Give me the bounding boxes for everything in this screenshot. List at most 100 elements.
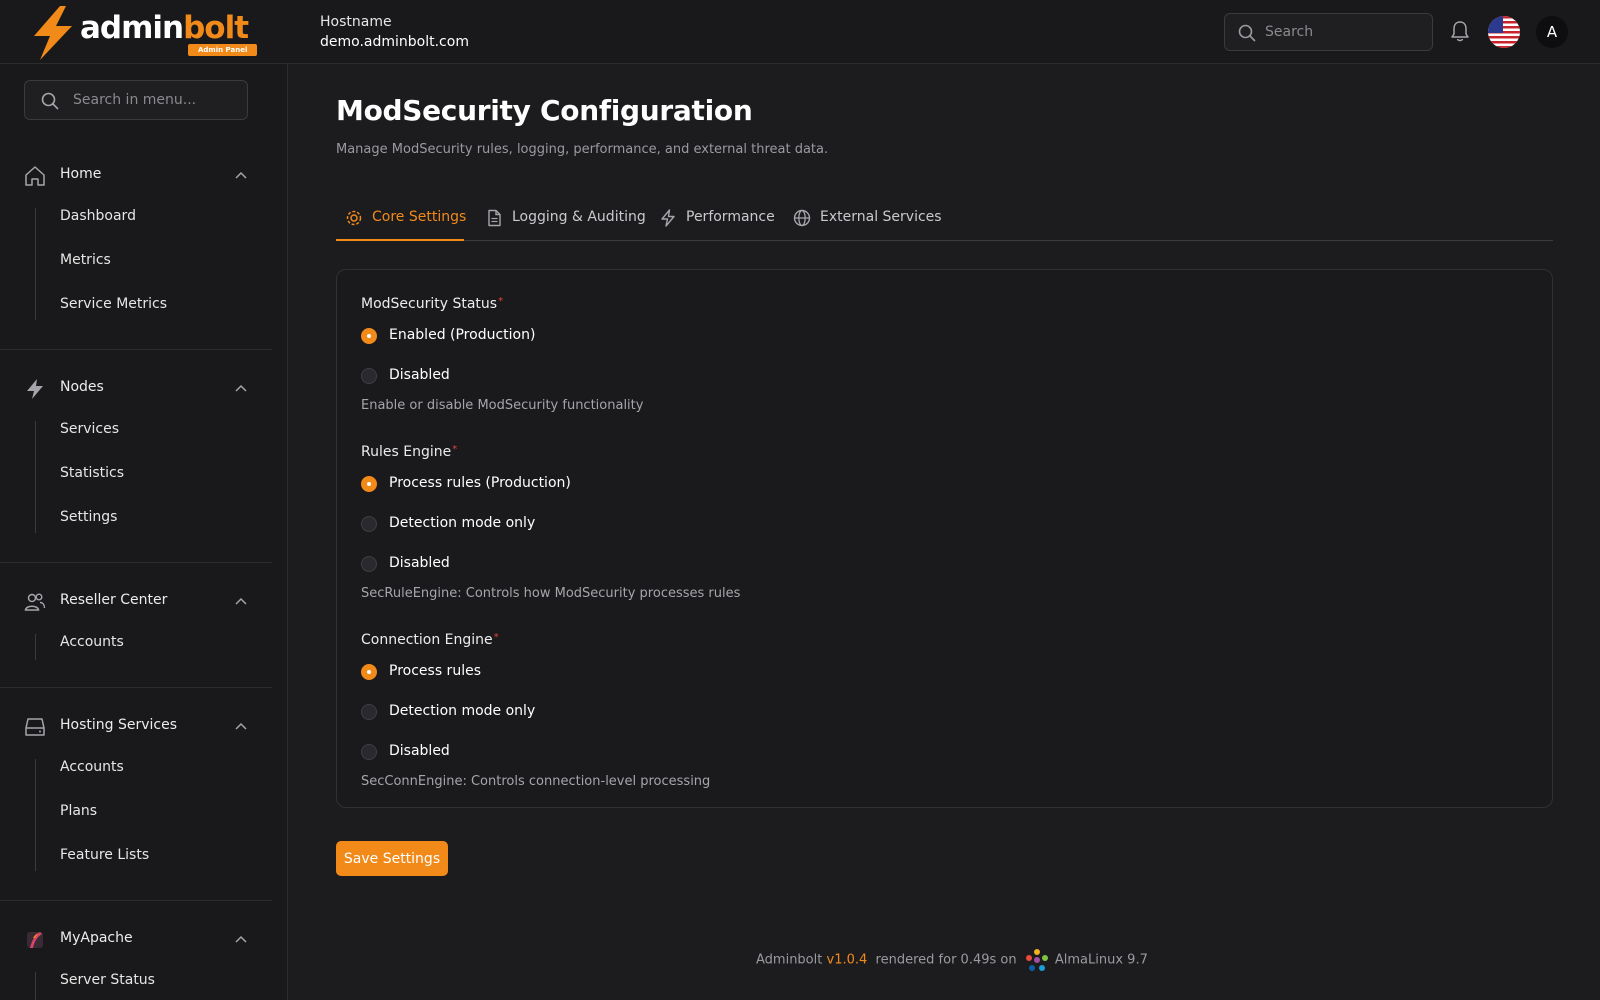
- sidebar-item-settings[interactable]: Settings: [60, 509, 117, 525]
- sidebar-group-title: Hosting Services: [60, 717, 178, 733]
- almalinux-logo-icon: [1025, 949, 1048, 971]
- logo-wordmark: adminbolt: [80, 10, 249, 46]
- chevron-up-icon[interactable]: [234, 169, 248, 183]
- sidebar-group-header-home[interactable]: Home: [24, 156, 248, 196]
- radio-label[interactable]: Process rules (Production): [389, 475, 571, 491]
- sidebar-submenu: Accounts Plans Feature Lists: [35, 759, 149, 871]
- sidebar-item-services[interactable]: Services: [60, 421, 119, 437]
- radio-dot[interactable]: [361, 476, 377, 492]
- top-search-box[interactable]: [1224, 13, 1433, 51]
- sidebar-item-dashboard[interactable]: Dashboard: [60, 208, 136, 224]
- bolt-icon: [661, 209, 675, 227]
- search-icon: [41, 92, 59, 110]
- sidebar-group-header-nodes[interactable]: Nodes: [24, 369, 248, 409]
- sidebar-item-reseller-accounts[interactable]: Accounts: [60, 634, 124, 650]
- chevron-up-icon[interactable]: [234, 720, 248, 734]
- page-subtitle: Manage ModSecurity rules, logging, perfo…: [336, 142, 829, 157]
- hostname-block: Hostname demo.adminbolt.com: [320, 12, 469, 52]
- sidebar-item-hosting-accounts[interactable]: Accounts: [60, 759, 124, 775]
- globe-icon: [793, 209, 811, 227]
- modsecurity-status-label: ModSecurity Status*: [361, 296, 504, 312]
- footer-rendered: rendered for 0.49s on: [875, 952, 1017, 968]
- radio-dot[interactable]: [361, 368, 377, 384]
- us-flag-icon[interactable]: [1488, 16, 1520, 48]
- radio-label[interactable]: Process rules: [389, 663, 481, 679]
- sidebar-submenu: Services Statistics Settings: [35, 421, 124, 533]
- rules-engine-hint: SecRuleEngine: Controls how ModSecurity …: [361, 586, 741, 601]
- gear-icon: [346, 210, 362, 226]
- tab-logging-auditing[interactable]: Logging & Auditing: [476, 197, 646, 241]
- chevron-up-icon[interactable]: [234, 933, 248, 947]
- radio-label[interactable]: Detection mode only: [389, 515, 535, 531]
- required-marker: *: [493, 632, 499, 643]
- chevron-up-icon[interactable]: [234, 595, 248, 609]
- radio-label[interactable]: Disabled: [389, 555, 450, 571]
- tab-core-settings[interactable]: Core Settings: [336, 197, 467, 241]
- sidebar-group-title: Reseller Center: [60, 592, 168, 608]
- bolt-logo-icon: [34, 6, 72, 60]
- top-search-input[interactable]: [1265, 14, 1425, 50]
- sidebar-submenu: Server Status: [35, 972, 155, 1000]
- tab-label: Logging & Auditing: [512, 209, 646, 225]
- sidebar-divider: [0, 687, 272, 688]
- radio-dot[interactable]: [361, 704, 377, 720]
- search-icon: [1238, 24, 1256, 42]
- tab-label: External Services: [820, 209, 942, 225]
- radio-label[interactable]: Enabled (Production): [389, 327, 535, 343]
- users-icon: [24, 593, 46, 611]
- sidebar-item-feature-lists[interactable]: Feature Lists: [60, 847, 149, 863]
- sidebar-search-box[interactable]: [24, 80, 248, 120]
- footer-os: AlmaLinux 9.7: [1054, 952, 1148, 968]
- modsecurity-status-hint: Enable or disable ModSecurity functional…: [361, 398, 644, 413]
- required-marker: *: [452, 444, 458, 455]
- connection-engine-hint: SecConnEngine: Controls connection-level…: [361, 774, 711, 789]
- save-settings-button[interactable]: Save Settings: [336, 841, 448, 876]
- logo-badge: Admin Panel: [188, 44, 258, 56]
- rules-engine-label: Rules Engine*: [361, 444, 458, 460]
- tab-external-services[interactable]: External Services: [784, 197, 942, 241]
- sidebar-divider: [0, 900, 272, 901]
- core-settings-card: ModSecurity Status* Enabled (Production)…: [336, 269, 1553, 808]
- sidebar: Home Dashboard Metrics Service Metrics N…: [0, 64, 288, 1000]
- tab-label: Core Settings: [372, 209, 467, 225]
- sidebar-group-header-reseller-center[interactable]: Reseller Center: [24, 582, 248, 622]
- sidebar-item-metrics[interactable]: Metrics: [60, 252, 111, 268]
- sidebar-group-header-myapache[interactable]: MyApache: [24, 920, 248, 960]
- adminbolt-logo[interactable]: adminbolt Admin Panel: [30, 6, 260, 60]
- top-bar: adminbolt Admin Panel Hostname demo.admi…: [0, 0, 1600, 64]
- apache-feather-icon: [27, 932, 43, 948]
- footer-version[interactable]: v1.0.4: [827, 953, 868, 968]
- sidebar-item-statistics[interactable]: Statistics: [60, 465, 124, 481]
- server-icon: [25, 718, 45, 736]
- footer-product: Adminbolt: [756, 952, 823, 968]
- page-footer: Adminbolt v1.0.4 rendered for 0.49s on A…: [756, 948, 1148, 972]
- document-icon: [488, 209, 501, 227]
- tab-label: Performance: [686, 209, 775, 225]
- sidebar-search-input[interactable]: [73, 81, 243, 119]
- sidebar-group-title: MyApache: [60, 930, 133, 946]
- sidebar-divider: [0, 562, 272, 563]
- radio-dot[interactable]: [361, 664, 377, 680]
- radio-dot[interactable]: [361, 556, 377, 572]
- sidebar-submenu: Accounts: [35, 634, 124, 660]
- radio-dot[interactable]: [361, 744, 377, 760]
- user-avatar[interactable]: A: [1536, 16, 1568, 48]
- connection-engine-label: Connection Engine*: [361, 632, 499, 648]
- sidebar-group-title: Home: [60, 166, 102, 182]
- hostname-value: demo.adminbolt.com: [320, 34, 469, 50]
- sidebar-divider: [0, 349, 272, 350]
- sidebar-item-server-status[interactable]: Server Status: [60, 972, 155, 988]
- hostname-label: Hostname: [320, 14, 392, 30]
- radio-label[interactable]: Disabled: [389, 367, 450, 383]
- bolt-icon: [27, 379, 43, 399]
- radio-dot[interactable]: [361, 328, 377, 344]
- tab-performance[interactable]: Performance: [650, 197, 775, 241]
- sidebar-item-plans[interactable]: Plans: [60, 803, 97, 819]
- radio-label[interactable]: Disabled: [389, 743, 450, 759]
- bell-icon[interactable]: [1450, 20, 1470, 42]
- chevron-up-icon[interactable]: [234, 382, 248, 396]
- sidebar-group-header-hosting-services[interactable]: Hosting Services: [24, 707, 248, 747]
- radio-label[interactable]: Detection mode only: [389, 703, 535, 719]
- radio-dot[interactable]: [361, 516, 377, 532]
- sidebar-item-service-metrics[interactable]: Service Metrics: [60, 296, 167, 312]
